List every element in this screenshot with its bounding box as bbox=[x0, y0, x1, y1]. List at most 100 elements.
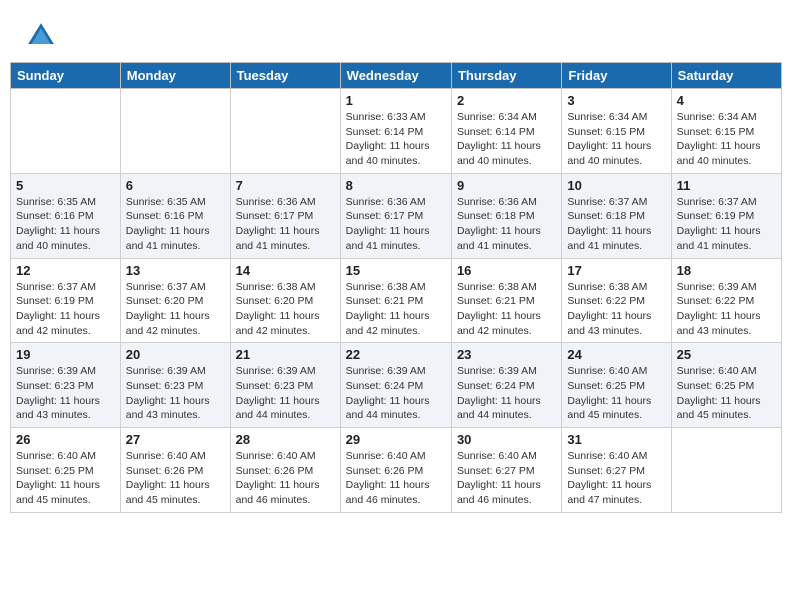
day-cell: 11 Sunrise: 6:37 AMSunset: 6:19 PMDayligh… bbox=[671, 173, 781, 258]
day-number: 16 bbox=[457, 263, 556, 278]
day-number: 29 bbox=[346, 432, 446, 447]
day-info: Sunrise: 6:40 AMSunset: 6:26 PMDaylight:… bbox=[346, 449, 446, 508]
day-number: 11 bbox=[677, 178, 776, 193]
day-cell: 22 Sunrise: 6:39 AMSunset: 6:24 PMDayligh… bbox=[340, 343, 451, 428]
day-info: Sunrise: 6:40 AMSunset: 6:25 PMDaylight:… bbox=[567, 364, 665, 423]
day-number: 18 bbox=[677, 263, 776, 278]
week-row-1: 1 Sunrise: 6:33 AMSunset: 6:14 PMDaylight… bbox=[11, 89, 782, 174]
day-info: Sunrise: 6:37 AMSunset: 6:19 PMDaylight:… bbox=[16, 280, 115, 339]
day-number: 25 bbox=[677, 347, 776, 362]
day-cell: 16 Sunrise: 6:38 AMSunset: 6:21 PMDayligh… bbox=[451, 258, 561, 343]
day-cell: 23Sunrise: 6:39 AMSunset: 6:24 PMDayligh… bbox=[451, 343, 561, 428]
day-cell: 15 Sunrise: 6:38 AMSunset: 6:21 PMDayligh… bbox=[340, 258, 451, 343]
day-number: 14 bbox=[236, 263, 335, 278]
week-row-4: 19 Sunrise: 6:39 AMSunset: 6:23 PMDayligh… bbox=[11, 343, 782, 428]
day-cell: 6 Sunrise: 6:35 AMSunset: 6:16 PMDaylight… bbox=[120, 173, 230, 258]
weekday-header-thursday: Thursday bbox=[451, 63, 561, 89]
day-cell bbox=[671, 428, 781, 513]
day-cell: 5 Sunrise: 6:35 AMSunset: 6:16 PMDaylight… bbox=[11, 173, 121, 258]
day-info: Sunrise: 6:37 AMSunset: 6:18 PMDaylight:… bbox=[567, 195, 665, 254]
day-cell: 10Sunrise: 6:37 AMSunset: 6:18 PMDayligh… bbox=[562, 173, 671, 258]
day-cell: 4 Sunrise: 6:34 AMSunset: 6:15 PMDaylight… bbox=[671, 89, 781, 174]
day-info: Sunrise: 6:38 AMSunset: 6:20 PMDaylight:… bbox=[236, 280, 335, 339]
day-cell: 1 Sunrise: 6:33 AMSunset: 6:14 PMDaylight… bbox=[340, 89, 451, 174]
day-cell bbox=[120, 89, 230, 174]
day-number: 7 bbox=[236, 178, 335, 193]
day-number: 17 bbox=[567, 263, 665, 278]
day-cell: 26Sunrise: 6:40 AMSunset: 6:25 PMDayligh… bbox=[11, 428, 121, 513]
day-info: Sunrise: 6:36 AMSunset: 6:18 PMDaylight:… bbox=[457, 195, 556, 254]
day-info: Sunrise: 6:37 AMSunset: 6:19 PMDaylight:… bbox=[677, 195, 776, 254]
page-header bbox=[10, 10, 782, 57]
day-info: Sunrise: 6:40 AMSunset: 6:26 PMDaylight:… bbox=[236, 449, 335, 508]
day-cell: 25 Sunrise: 6:40 AMSunset: 6:25 PMDayligh… bbox=[671, 343, 781, 428]
day-info: Sunrise: 6:33 AMSunset: 6:14 PMDaylight:… bbox=[346, 110, 446, 169]
day-number: 19 bbox=[16, 347, 115, 362]
day-number: 8 bbox=[346, 178, 446, 193]
day-cell: 31 Sunrise: 6:40 AMSunset: 6:27 PMDayligh… bbox=[562, 428, 671, 513]
day-number: 3 bbox=[567, 93, 665, 108]
day-number: 24 bbox=[567, 347, 665, 362]
day-number: 1 bbox=[346, 93, 446, 108]
day-cell: 13Sunrise: 6:37 AMSunset: 6:20 PMDayligh… bbox=[120, 258, 230, 343]
day-number: 15 bbox=[346, 263, 446, 278]
weekday-header-saturday: Saturday bbox=[671, 63, 781, 89]
day-number: 27 bbox=[126, 432, 225, 447]
day-info: Sunrise: 6:39 AMSunset: 6:22 PMDaylight:… bbox=[677, 280, 776, 339]
logo-icon bbox=[25, 20, 57, 52]
day-number: 9 bbox=[457, 178, 556, 193]
day-cell: 18 Sunrise: 6:39 AMSunset: 6:22 PMDayligh… bbox=[671, 258, 781, 343]
day-cell bbox=[230, 89, 340, 174]
day-cell bbox=[11, 89, 121, 174]
day-info: Sunrise: 6:40 AMSunset: 6:27 PMDaylight:… bbox=[567, 449, 665, 508]
day-number: 6 bbox=[126, 178, 225, 193]
week-row-2: 5 Sunrise: 6:35 AMSunset: 6:16 PMDaylight… bbox=[11, 173, 782, 258]
day-info: Sunrise: 6:39 AMSunset: 6:23 PMDaylight:… bbox=[236, 364, 335, 423]
day-number: 5 bbox=[16, 178, 115, 193]
day-info: Sunrise: 6:34 AMSunset: 6:14 PMDaylight:… bbox=[457, 110, 556, 169]
day-info: Sunrise: 6:39 AMSunset: 6:23 PMDaylight:… bbox=[16, 364, 115, 423]
day-cell: 9 Sunrise: 6:36 AMSunset: 6:18 PMDaylight… bbox=[451, 173, 561, 258]
day-cell: 24 Sunrise: 6:40 AMSunset: 6:25 PMDayligh… bbox=[562, 343, 671, 428]
day-number: 30 bbox=[457, 432, 556, 447]
day-cell: 2 Sunrise: 6:34 AMSunset: 6:14 PMDaylight… bbox=[451, 89, 561, 174]
day-info: Sunrise: 6:40 AMSunset: 6:26 PMDaylight:… bbox=[126, 449, 225, 508]
day-cell: 21 Sunrise: 6:39 AMSunset: 6:23 PMDayligh… bbox=[230, 343, 340, 428]
day-cell: 17Sunrise: 6:38 AMSunset: 6:22 PMDayligh… bbox=[562, 258, 671, 343]
day-info: Sunrise: 6:34 AMSunset: 6:15 PMDaylight:… bbox=[677, 110, 776, 169]
day-cell: 3 Sunrise: 6:34 AMSunset: 6:15 PMDaylight… bbox=[562, 89, 671, 174]
calendar: SundayMondayTuesdayWednesdayThursdayFrid… bbox=[10, 62, 782, 513]
week-row-5: 26Sunrise: 6:40 AMSunset: 6:25 PMDayligh… bbox=[11, 428, 782, 513]
day-cell: 30 Sunrise: 6:40 AMSunset: 6:27 PMDayligh… bbox=[451, 428, 561, 513]
day-number: 4 bbox=[677, 93, 776, 108]
day-cell: 8Sunrise: 6:36 AMSunset: 6:17 PMDaylight… bbox=[340, 173, 451, 258]
day-cell: 14 Sunrise: 6:38 AMSunset: 6:20 PMDayligh… bbox=[230, 258, 340, 343]
day-number: 20 bbox=[126, 347, 225, 362]
day-info: Sunrise: 6:35 AMSunset: 6:16 PMDaylight:… bbox=[16, 195, 115, 254]
day-number: 21 bbox=[236, 347, 335, 362]
day-number: 31 bbox=[567, 432, 665, 447]
day-cell: 19 Sunrise: 6:39 AMSunset: 6:23 PMDayligh… bbox=[11, 343, 121, 428]
day-info: Sunrise: 6:39 AMSunset: 6:24 PMDaylight:… bbox=[346, 364, 446, 423]
weekday-header-monday: Monday bbox=[120, 63, 230, 89]
day-info: Sunrise: 6:40 AMSunset: 6:27 PMDaylight:… bbox=[457, 449, 556, 508]
weekday-header-wednesday: Wednesday bbox=[340, 63, 451, 89]
day-info: Sunrise: 6:37 AMSunset: 6:20 PMDaylight:… bbox=[126, 280, 225, 339]
day-info: Sunrise: 6:38 AMSunset: 6:21 PMDaylight:… bbox=[457, 280, 556, 339]
day-number: 22 bbox=[346, 347, 446, 362]
day-info: Sunrise: 6:36 AMSunset: 6:17 PMDaylight:… bbox=[236, 195, 335, 254]
day-number: 23 bbox=[457, 347, 556, 362]
weekday-header-friday: Friday bbox=[562, 63, 671, 89]
day-cell: 29 Sunrise: 6:40 AMSunset: 6:26 PMDayligh… bbox=[340, 428, 451, 513]
day-cell: 12Sunrise: 6:37 AMSunset: 6:19 PMDayligh… bbox=[11, 258, 121, 343]
day-info: Sunrise: 6:40 AMSunset: 6:25 PMDaylight:… bbox=[677, 364, 776, 423]
day-cell: 7 Sunrise: 6:36 AMSunset: 6:17 PMDaylight… bbox=[230, 173, 340, 258]
day-info: Sunrise: 6:40 AMSunset: 6:25 PMDaylight:… bbox=[16, 449, 115, 508]
day-cell: 20Sunrise: 6:39 AMSunset: 6:23 PMDayligh… bbox=[120, 343, 230, 428]
day-number: 2 bbox=[457, 93, 556, 108]
day-info: Sunrise: 6:35 AMSunset: 6:16 PMDaylight:… bbox=[126, 195, 225, 254]
day-cell: 28Sunrise: 6:40 AMSunset: 6:26 PMDayligh… bbox=[230, 428, 340, 513]
day-info: Sunrise: 6:34 AMSunset: 6:15 PMDaylight:… bbox=[567, 110, 665, 169]
day-info: Sunrise: 6:38 AMSunset: 6:21 PMDaylight:… bbox=[346, 280, 446, 339]
weekday-header-sunday: Sunday bbox=[11, 63, 121, 89]
